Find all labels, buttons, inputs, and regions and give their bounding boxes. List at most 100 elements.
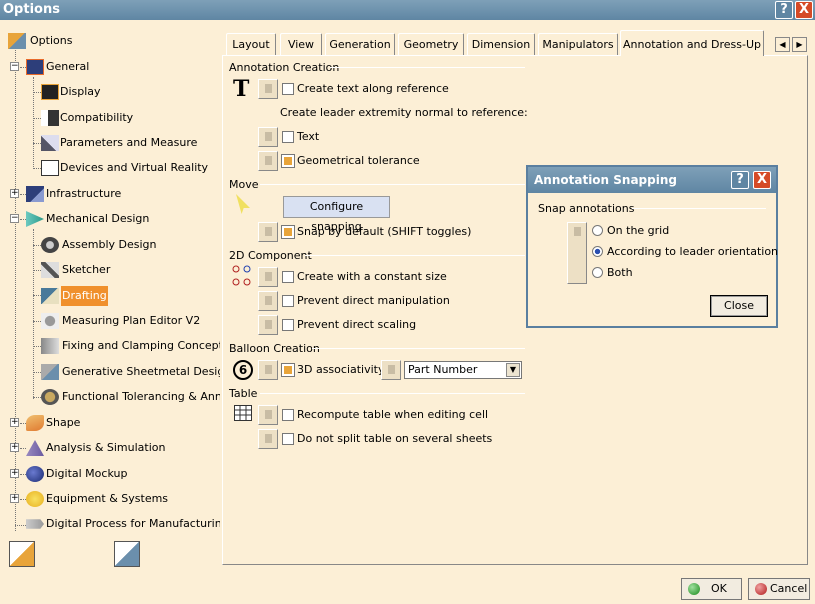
assoc-checkbox[interactable] xyxy=(281,363,295,377)
snap-default-label: Snap by default (SHIFT toggles) xyxy=(297,225,472,238)
analysis-icon xyxy=(26,440,44,456)
geo-tol-checkbox[interactable] xyxy=(281,154,295,168)
mechanical-design-icon xyxy=(26,211,44,227)
ok-button[interactable]: OK xyxy=(681,578,742,600)
shape-icon xyxy=(26,415,44,431)
lock-geo-tol[interactable] xyxy=(258,151,278,171)
create-text-along-checkbox[interactable] xyxy=(282,83,294,95)
geo-tol-label: Geometrical tolerance xyxy=(297,154,420,167)
prevent-manip-label: Prevent direct manipulation xyxy=(297,294,450,307)
lock-text[interactable] xyxy=(258,127,278,147)
constant-size-label: Create with a constant size xyxy=(297,270,447,283)
lock-prevent-manip[interactable] xyxy=(258,291,278,311)
lock-balloon-select[interactable] xyxy=(381,360,401,380)
sketcher-icon xyxy=(41,262,59,278)
tab-scroll-left-button[interactable]: ◀ xyxy=(775,37,790,52)
constant-size-checkbox[interactable] xyxy=(282,271,294,283)
sheetmetal-icon xyxy=(41,364,59,380)
expand-toggle[interactable]: + xyxy=(10,469,19,478)
text-label: Text xyxy=(297,130,320,143)
snap-default-checkbox[interactable] xyxy=(281,225,295,239)
radio-on-grid-label: On the grid xyxy=(607,224,670,237)
radio-both-label: Both xyxy=(607,266,633,279)
parameters-icon xyxy=(41,135,59,151)
compatibility-icon xyxy=(41,110,59,126)
dialog-help-button[interactable]: ? xyxy=(731,171,749,189)
dialog-close-button[interactable]: Close xyxy=(710,295,768,317)
annotation-snapping-dialog: Annotation Snapping ? X Snap annotations… xyxy=(526,165,778,328)
leader-normal-label: Create leader extremity normal to refere… xyxy=(280,106,528,119)
cancel-button[interactable]: Cancel xyxy=(748,578,810,600)
move-header: Move xyxy=(229,178,259,191)
tab-dimension[interactable]: Dimension xyxy=(467,33,535,55)
component-header: 2D Component xyxy=(229,249,312,262)
tab-scroll-right-button[interactable]: ▶ xyxy=(792,37,807,52)
devices-icon xyxy=(41,160,59,176)
expand-toggle[interactable]: − xyxy=(10,214,19,223)
recompute-checkbox[interactable] xyxy=(282,409,294,421)
lock-snap-default[interactable] xyxy=(258,222,278,242)
general-icon xyxy=(26,59,44,75)
manufacturing-icon xyxy=(26,519,44,529)
no-split-label: Do not split table on several sheets xyxy=(297,432,493,445)
lock-create-text-along[interactable] xyxy=(258,79,278,99)
display-icon xyxy=(41,84,59,100)
table-icon xyxy=(234,405,252,421)
export-options-icon[interactable] xyxy=(114,541,140,567)
radio-leader-orientation[interactable] xyxy=(592,246,603,257)
prevent-scaling-checkbox[interactable] xyxy=(282,319,294,331)
infrastructure-icon xyxy=(26,186,44,202)
recompute-label: Recompute table when editing cell xyxy=(297,408,489,421)
tab-generation[interactable]: Generation xyxy=(325,33,395,55)
balloon-header: Balloon Creation xyxy=(229,342,320,355)
chevron-down-icon[interactable]: ▼ xyxy=(506,363,520,377)
options-tree: Options − General Display Compatibility … xyxy=(0,29,220,567)
window-title: Options xyxy=(3,2,60,17)
create-text-along-label: Create text along reference xyxy=(297,82,449,95)
radio-on-grid[interactable] xyxy=(592,225,603,236)
configure-snapping-button[interactable]: Configure snapping xyxy=(283,196,390,233)
tab-manipulators[interactable]: Manipulators xyxy=(538,33,618,55)
equipment-icon xyxy=(26,491,44,507)
lock-no-split[interactable] xyxy=(258,429,278,449)
dialog-title: Annotation Snapping xyxy=(534,173,677,187)
dialog-close-x-button[interactable]: X xyxy=(753,171,771,189)
lock-constant-size[interactable] xyxy=(258,267,278,287)
lock-recompute[interactable] xyxy=(258,405,278,425)
expand-toggle[interactable]: + xyxy=(10,189,19,198)
fixing-icon xyxy=(41,338,59,354)
tolerancing-icon xyxy=(41,389,59,405)
tab-layout[interactable]: Layout xyxy=(226,33,276,55)
lock-prevent-scaling[interactable] xyxy=(258,315,278,335)
balloon-text-select-value: Part Number xyxy=(408,363,478,376)
text-checkbox[interactable] xyxy=(282,131,294,143)
window-help-button[interactable]: ? xyxy=(775,1,793,19)
reset-options-icon[interactable] xyxy=(9,541,35,567)
options-root-icon xyxy=(8,33,26,49)
drafting-icon xyxy=(41,288,59,304)
expand-toggle[interactable]: + xyxy=(10,418,19,427)
snap-annotations-group-label: Snap annotations xyxy=(538,202,635,215)
component-icon xyxy=(232,265,251,286)
tab-geometry[interactable]: Geometry xyxy=(398,33,464,55)
balloon-text-select[interactable]: Part Number ▼ xyxy=(404,361,522,379)
prevent-scaling-label: Prevent direct scaling xyxy=(297,318,417,331)
prevent-manip-checkbox[interactable] xyxy=(282,295,294,307)
assoc-label: 3D associativity xyxy=(297,363,385,376)
table-header: Table xyxy=(229,387,258,400)
no-split-checkbox[interactable] xyxy=(282,433,294,445)
window-close-button[interactable]: X xyxy=(795,1,813,19)
lock-snap-mode[interactable] xyxy=(567,222,587,284)
tab-annotation-dress-up[interactable]: Annotation and Dress-Up xyxy=(620,30,764,56)
cancel-icon xyxy=(755,583,767,595)
radio-leader-orientation-label: According to leader orientation xyxy=(607,245,779,258)
balloon-icon: 6 xyxy=(233,360,253,380)
expand-toggle[interactable]: − xyxy=(10,62,19,71)
tab-view[interactable]: View xyxy=(280,33,322,55)
lock-assoc[interactable] xyxy=(258,360,278,380)
expand-toggle[interactable]: + xyxy=(10,494,19,503)
ok-icon xyxy=(688,583,700,595)
measuring-icon xyxy=(41,313,59,329)
radio-both[interactable] xyxy=(592,267,603,278)
expand-toggle[interactable]: + xyxy=(10,443,19,452)
